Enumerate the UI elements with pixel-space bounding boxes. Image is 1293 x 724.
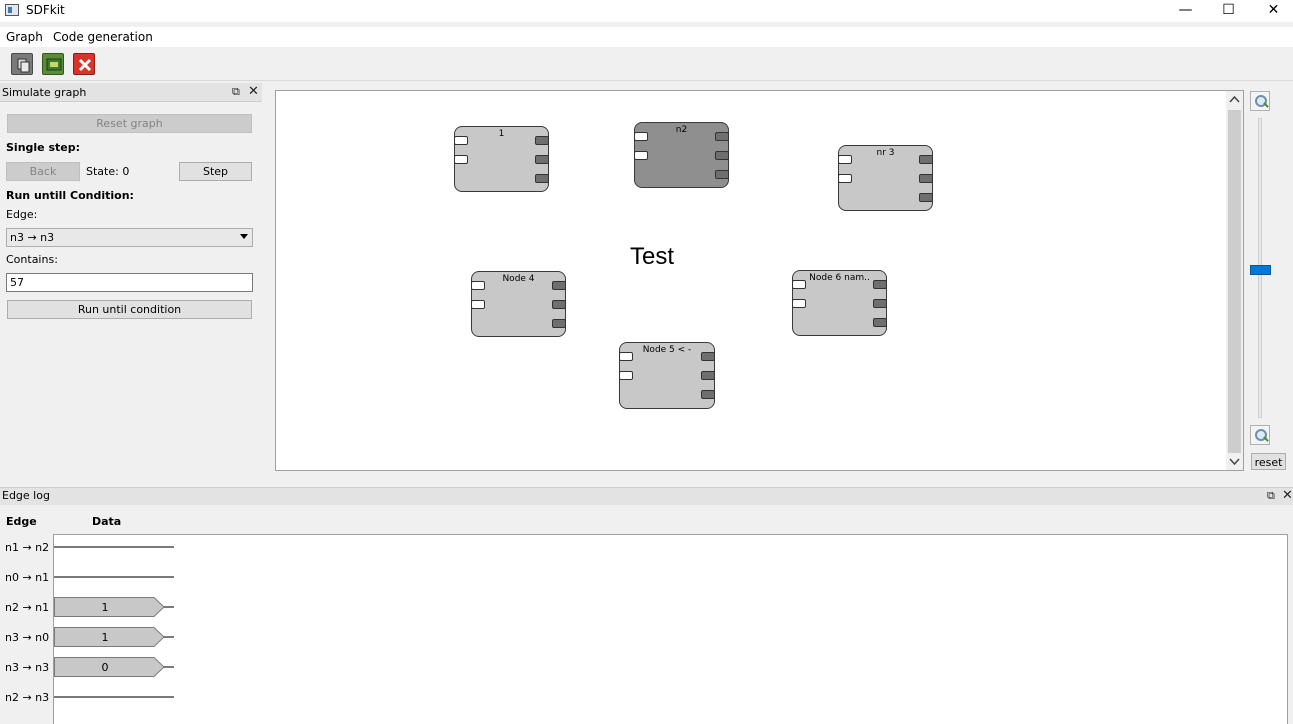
edge-name: n1 → n2	[5, 541, 50, 554]
delete-icon	[78, 58, 92, 72]
simulate-dock-title: Simulate graph	[2, 86, 87, 99]
input-port[interactable]	[634, 151, 648, 160]
output-port[interactable]	[552, 281, 566, 290]
node-label: Node 5 < -	[642, 345, 692, 355]
graph-node[interactable]: nr 3	[838, 145, 933, 211]
output-port[interactable]	[919, 155, 933, 164]
output-port[interactable]	[535, 136, 549, 145]
close-dock-icon[interactable]: ✕	[248, 84, 259, 99]
edge-name: n3 → n0	[5, 631, 50, 644]
edge-log-timeline	[53, 534, 1288, 724]
output-port[interactable]	[873, 299, 887, 308]
output-port[interactable]	[535, 155, 549, 164]
data-column-header: Data	[92, 515, 122, 528]
window-title: SDFkit	[26, 3, 65, 17]
title-bar	[0, 0, 1293, 22]
chevron-down-icon	[240, 234, 248, 239]
edge-name: n2 → n1	[5, 601, 50, 614]
minimize-button[interactable]: —	[1163, 0, 1208, 22]
menu-graph[interactable]: Graph	[6, 30, 43, 44]
graph-node[interactable]: Node 5 < -	[619, 342, 715, 409]
output-port[interactable]	[715, 151, 729, 160]
token-value: 1	[101, 601, 109, 614]
run-until-condition-button[interactable]: Run until condition	[7, 300, 252, 319]
close-dock-icon[interactable]: ✕	[1282, 488, 1293, 503]
timeline-line	[54, 696, 174, 698]
maximize-button[interactable]: ☐	[1206, 0, 1251, 22]
chip-icon	[46, 58, 62, 71]
edge-column-header: Edge	[6, 515, 37, 528]
delete-button[interactable]	[73, 53, 95, 75]
graph-node-selected[interactable]: n2	[634, 122, 729, 188]
zoom-reset-button[interactable]: reset	[1251, 453, 1286, 470]
graph-title: Test	[630, 243, 675, 270]
output-port[interactable]	[873, 318, 887, 327]
zoom-out-icon[interactable]	[1250, 425, 1270, 445]
edge-select[interactable]: n3 → n3	[6, 228, 253, 247]
input-port[interactable]	[454, 136, 468, 145]
output-port[interactable]	[552, 300, 566, 309]
output-port[interactable]	[873, 280, 887, 289]
menu-bar	[0, 27, 1293, 47]
back-button[interactable]: Back	[6, 162, 80, 181]
input-port[interactable]	[792, 280, 806, 289]
output-port[interactable]	[715, 170, 729, 179]
zoom-in-icon[interactable]	[1250, 91, 1270, 111]
output-port[interactable]	[701, 371, 715, 380]
input-port[interactable]	[454, 155, 468, 164]
timeline-line	[54, 546, 174, 548]
output-port[interactable]	[701, 352, 715, 361]
output-port[interactable]	[552, 319, 566, 328]
input-port[interactable]	[838, 174, 852, 183]
input-port[interactable]	[619, 352, 633, 361]
generate-button[interactable]	[42, 53, 64, 75]
step-button[interactable]: Step	[179, 162, 252, 181]
input-port[interactable]	[471, 281, 485, 290]
edge-label: Edge:	[6, 208, 38, 221]
edge-log-header	[0, 487, 1293, 505]
graph-node[interactable]: Node 4	[471, 271, 566, 337]
zoom-slider-handle[interactable]	[1250, 265, 1271, 275]
reset-graph-button[interactable]: Reset graph	[7, 114, 252, 133]
copy-icon	[17, 58, 30, 73]
graph-node[interactable]: 1	[454, 126, 549, 192]
app-icon	[5, 4, 19, 16]
scrollbar-thumb[interactable]	[1228, 110, 1241, 453]
copy-button[interactable]	[11, 53, 33, 75]
edge-name: n0 → n1	[5, 571, 50, 584]
input-port[interactable]	[838, 155, 852, 164]
edge-log-title: Edge log	[2, 489, 50, 502]
run-until-label: Run untill Condition:	[6, 189, 134, 202]
edge-name: n2 → n3	[5, 691, 50, 704]
output-port[interactable]	[919, 193, 933, 202]
float-dock-icon[interactable]: ⧉	[232, 85, 240, 99]
chevron-down-icon[interactable]	[1229, 456, 1240, 466]
single-step-label: Single step:	[6, 141, 80, 154]
output-port[interactable]	[919, 174, 933, 183]
edge-name: n3 → n3	[5, 661, 50, 674]
toolbar	[0, 47, 1293, 81]
token-value: 1	[101, 631, 109, 644]
state-text: State: 0	[86, 165, 130, 178]
output-port[interactable]	[701, 390, 715, 399]
timeline-line	[54, 576, 174, 578]
output-port[interactable]	[535, 174, 549, 183]
input-port[interactable]	[792, 299, 806, 308]
close-window-button[interactable]: ✕	[1251, 0, 1293, 22]
float-dock-icon[interactable]: ⧉	[1267, 489, 1275, 503]
token-value: 0	[101, 661, 109, 674]
input-port[interactable]	[471, 300, 485, 309]
contains-input[interactable]	[6, 273, 253, 292]
chevron-up-icon[interactable]	[1229, 95, 1240, 105]
menu-code-generation[interactable]: Code generation	[53, 30, 153, 44]
input-port[interactable]	[634, 132, 648, 141]
input-port[interactable]	[619, 371, 633, 380]
graph-node[interactable]: Node 6 nam..	[792, 270, 887, 336]
contains-label: Contains:	[6, 253, 58, 266]
graph-canvas[interactable]	[275, 90, 1244, 471]
output-port[interactable]	[715, 132, 729, 141]
